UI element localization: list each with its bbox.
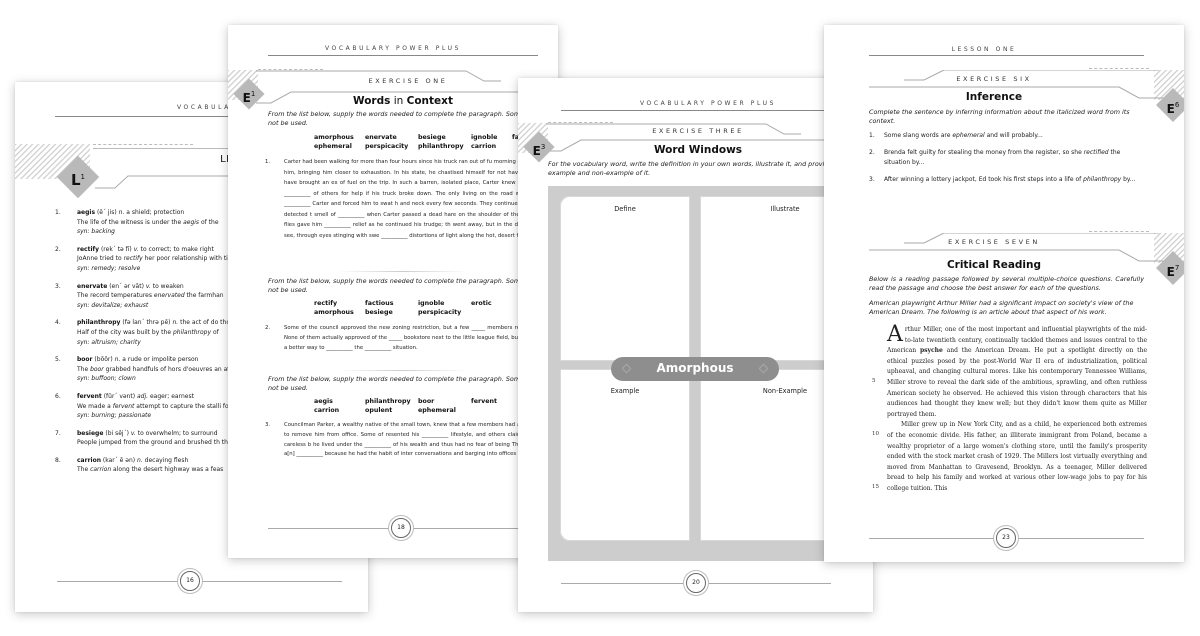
exercise-title: Words in Context: [353, 95, 453, 107]
passage-paragraph: Miller grew up in New York City, and as …: [887, 421, 1147, 492]
exercise-banner: EXERCISE SIX: [956, 75, 1032, 83]
running-head: LESSON ONE: [951, 46, 1017, 53]
instructions: For the vocabulary word, write the defin…: [548, 160, 859, 178]
running-head: VOCABULARY POWER PLUS: [324, 45, 462, 52]
vocabulary-word: Amorphous: [656, 361, 734, 375]
line-numbers: 5 10 15: [872, 378, 879, 490]
instructions: From the list below, supply the words ne…: [268, 110, 558, 128]
exercise-banner: EXERCISE THREE: [652, 127, 744, 135]
exercise-banner: EXERCISE SEVEN: [948, 238, 1040, 246]
dashed-rule: [93, 144, 193, 145]
drop-cap: A: [887, 322, 903, 347]
word-bank: aegis philanthropy boor fervent carrion opul…: [314, 398, 497, 414]
header-rule: [268, 55, 538, 56]
footer-rule: [268, 528, 558, 529]
inference-item: 1. Some slang words are ephemeral and wil…: [869, 132, 1043, 139]
separator: [338, 271, 468, 272]
passage-introduction: American playwright Arthur Miller had a …: [869, 299, 1134, 317]
lesson-badge-label: L1: [70, 171, 86, 189]
inference-item: 3. After winning a lottery jackpot, Ed to…: [869, 176, 1136, 183]
page-number: 20: [686, 573, 706, 593]
exercise-title: Word Windows: [653, 144, 743, 156]
reading-passage: Arthur Miller, one of the most important…: [887, 322, 1148, 495]
example-label: Example: [610, 387, 640, 395]
define-label: Define: [614, 205, 636, 213]
page-number: 23: [996, 528, 1016, 548]
vocabulary-word-pill: Amorphous: [611, 357, 779, 381]
page-number: 18: [391, 518, 411, 538]
dashed-rule: [1089, 231, 1149, 232]
separator: [338, 370, 468, 371]
page-exercise-three: VOCABULARY POWER PLUS EXERCISE THREE E3 …: [518, 78, 873, 612]
exercise-badge-label: E6: [1166, 101, 1180, 116]
exercise-title: Inference: [965, 91, 1023, 103]
exercise-title: Critical Reading: [946, 259, 1042, 271]
define-box[interactable]: Define: [560, 196, 690, 361]
exercise-paragraph: 1. Carter had been walking for more than …: [265, 159, 558, 239]
exercise-badge-label: E1: [242, 90, 256, 105]
instructions: From the list below, supply the words ne…: [268, 375, 558, 393]
example-box[interactable]: Example: [560, 369, 690, 541]
dashed-rule: [1089, 68, 1149, 69]
diamond-ornament-icon: [621, 363, 632, 374]
page-exercise-one: VOCABULARY POWER PLUS EXERCISE ONE E1 Wo…: [228, 25, 558, 558]
instructions: From the list below, supply the words ne…: [268, 277, 558, 295]
instructions: Complete the sentence by inferring infor…: [869, 108, 1130, 126]
passage-paragraph: Arthur Miller, one of the most important…: [887, 322, 1148, 418]
exercise-paragraph: 2. Some of the council approved the new z…: [265, 325, 558, 352]
inference-item: 2. Brenda felt guilty for stealing the mo…: [869, 149, 1121, 166]
page-exercise-six-seven: LESSON ONE EXERCISE SIX E6 Inference Com…: [824, 25, 1184, 562]
inference-list: 1. Some slang words are ephemeral and wil…: [869, 131, 1144, 193]
exercise-badge-label: E7: [1166, 264, 1180, 279]
exercise-banner: EXERCISE ONE: [368, 77, 448, 85]
word-bank: amorphousenervatebesiegeignoblefact ephe…: [314, 134, 526, 150]
instructions: Below is a reading passage followed by s…: [869, 275, 1144, 293]
exercise-paragraph: 3. Councilman Parker, a wealthy native of…: [265, 422, 558, 458]
word-bank: rectify factious ignoble erotic amorphous be…: [314, 300, 492, 316]
header-rule: [869, 55, 1144, 56]
diamond-ornament-icon: [758, 363, 769, 374]
page-number: 16: [180, 571, 200, 591]
